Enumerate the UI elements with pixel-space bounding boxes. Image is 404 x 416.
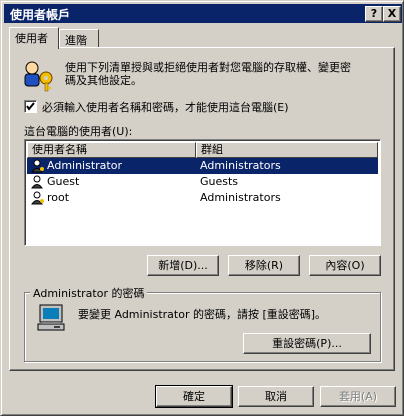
require-login-checkbox[interactable]	[24, 100, 37, 113]
users-keys-icon	[21, 58, 57, 92]
user-icon	[31, 191, 45, 210]
cancel-button[interactable]: 取消	[238, 386, 314, 407]
password-group-label: Administrator 的密碼	[30, 285, 148, 301]
require-login-label[interactable]: 必須輸入使用者名稱和密碼，才能使用這台電腦(E)	[42, 99, 289, 115]
users-list[interactable]: 使用者名稱 群組 Administrator Administrators Gu…	[24, 139, 381, 246]
user-group: Administrators	[200, 191, 281, 204]
remove-user-button[interactable]: 移除(R)	[228, 255, 300, 276]
column-header-username[interactable]: 使用者名稱	[27, 142, 196, 158]
add-user-button[interactable]: 新增(D)...	[147, 255, 219, 276]
users-list-label: 這台電腦的使用者(U):	[24, 125, 133, 138]
password-info-text: 要變更 Administrator 的密碼，請按 [重設密碼]。	[78, 308, 327, 321]
window-title: 使用者帳戶	[10, 8, 71, 22]
properties-button[interactable]: 內容(O)	[309, 255, 381, 276]
user-name: root	[47, 191, 70, 204]
tab-advanced-label: 進階	[65, 34, 87, 47]
tab-users-label: 使用者	[15, 32, 48, 45]
table-row[interactable]: Administrator Administrators	[27, 158, 378, 174]
reset-password-button[interactable]: 重設密碼(P)...	[243, 333, 371, 354]
intro-text: 使用下列清單授與或拒絕使用者對您電腦的存取權、變更密 碼及其他設定。	[65, 61, 383, 87]
ok-button[interactable]: 確定	[155, 385, 233, 408]
user-group: Guests	[200, 175, 239, 188]
user-name: Guest	[47, 175, 80, 188]
table-row[interactable]: Guest Guests	[27, 174, 378, 190]
tab-advanced[interactable]: 進階	[59, 29, 99, 48]
close-button[interactable]: X	[383, 6, 401, 22]
checkmark-icon	[26, 102, 35, 111]
intro-line-1: 使用下列清單授與或拒絕使用者對您電腦的存取權、變更密	[65, 61, 351, 74]
title-bar[interactable]: 使用者帳戶 ? X	[4, 4, 402, 23]
user-name: Administrator	[47, 159, 122, 172]
computer-icon	[36, 302, 68, 334]
intro-line-2: 碼及其他設定。	[65, 74, 142, 87]
table-row[interactable]: root Administrators	[27, 190, 378, 206]
user-group: Administrators	[200, 159, 281, 172]
help-button[interactable]: ?	[365, 6, 383, 22]
tab-users[interactable]: 使用者	[9, 27, 59, 49]
apply-button[interactable]: 套用(A)	[320, 386, 396, 407]
column-header-group[interactable]: 群組	[196, 142, 378, 158]
